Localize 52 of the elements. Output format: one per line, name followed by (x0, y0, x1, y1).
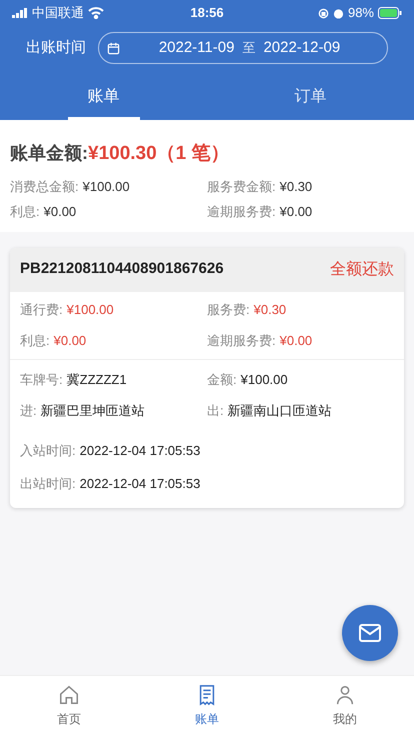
mail-icon (359, 624, 381, 642)
field-label: 逾期服务费: (207, 203, 276, 221)
field-value: 新疆巴里坤匝道站 (40, 402, 145, 420)
tab[interactable]: 订单 (207, 76, 414, 120)
nav-item[interactable]: 首页 (0, 676, 138, 736)
field-value: ¥0.30 (280, 178, 312, 196)
signal-icon (12, 8, 28, 18)
field-label: 服务费: (207, 300, 250, 318)
field-label: 利息: (10, 203, 40, 221)
field-value: ¥0.30 (254, 300, 286, 318)
end-date: 2022-12-09 (263, 38, 340, 58)
clock-time: 18:56 (190, 4, 224, 22)
field-value: ¥100.00 (82, 178, 130, 196)
bill-number: PB2212081104408901867626 (20, 259, 224, 280)
field-value: ¥0.00 (280, 203, 312, 221)
field-label: 金额: (207, 370, 237, 388)
home-icon (58, 684, 80, 706)
field-label: 进: (20, 402, 37, 420)
wifi-icon (88, 7, 104, 19)
field-label: 消费总金额: (10, 178, 79, 196)
carrier-name: 中国联通 (32, 4, 84, 22)
date-separator: 至 (242, 39, 256, 58)
field-value: 新疆南山口匝道站 (228, 402, 332, 420)
field-label: 车牌号: (20, 370, 63, 388)
summary-title: 账单金额: (10, 142, 88, 165)
field-value: 冀ZZZZZ1 (66, 370, 127, 388)
field-value: ¥100.00 (66, 300, 114, 318)
calendar-icon (107, 42, 120, 54)
date-range-field[interactable]: 2022-11-09 至 2022-12-09 (98, 32, 388, 64)
message-button[interactable] (342, 605, 398, 661)
field-label: 出站时间: (20, 475, 76, 493)
field-label: 出: (207, 402, 224, 420)
repay-link[interactable]: 全额还款 (330, 258, 394, 282)
nav-item[interactable]: 账单 (138, 676, 276, 736)
field-label: 利息: (20, 332, 50, 350)
field-label: 服务费金额: (207, 178, 276, 196)
field-label: 通行费: (20, 300, 63, 318)
nav-item[interactable]: 我的 (276, 676, 414, 736)
field-value: ¥0.00 (44, 203, 76, 221)
user-icon (334, 684, 356, 706)
field-label: 逾期服务费: (207, 332, 276, 350)
field-value: 2022-12-04 17:05:53 (80, 475, 200, 493)
filter-label: 出账时间 (26, 38, 86, 58)
summary-amount: ¥100.30（1 笔） (88, 142, 230, 166)
field-value: ¥100.00 (240, 370, 288, 388)
start-date: 2022-11-09 (158, 38, 234, 58)
battery-icon (378, 7, 402, 19)
field-label: 入站时间: (20, 442, 76, 460)
battery-percent: 98% (348, 4, 374, 22)
field-value: ¥0.00 (54, 332, 86, 350)
field-value: ¥0.00 (280, 332, 312, 350)
field-value: 2022-12-04 17:05:53 (80, 442, 200, 460)
